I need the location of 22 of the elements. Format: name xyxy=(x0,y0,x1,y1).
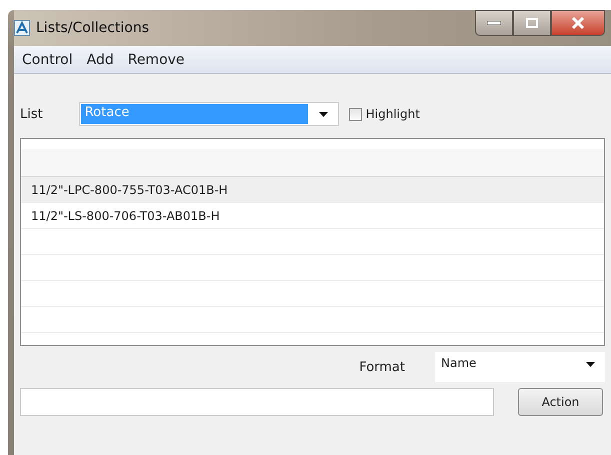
menu-item[interactable]: Control xyxy=(16,50,79,70)
maximize-button[interactable] xyxy=(513,10,551,36)
close-button[interactable] xyxy=(551,10,605,36)
format-label: Format xyxy=(359,360,405,374)
highlight-checkbox[interactable] xyxy=(348,108,362,120)
menu-item[interactable]: Remove xyxy=(122,50,191,70)
list-item[interactable]: 11/2"-LS-800-706-T03-AB01B-H xyxy=(21,203,604,229)
window-title: Lists/Collections xyxy=(36,20,150,36)
caret-icon xyxy=(586,362,595,367)
maximize-icon xyxy=(526,18,538,28)
list-label: List xyxy=(20,106,43,122)
close-icon xyxy=(571,17,585,29)
list-item[interactable]: 11/2"-LPC-800-755-T03-AC01B-H xyxy=(21,177,604,203)
minimize-icon xyxy=(487,21,501,25)
action-button[interactable]: Action xyxy=(518,388,603,416)
format-dropdown[interactable]: Name xyxy=(435,352,605,382)
app-icon xyxy=(14,20,30,36)
menu-item[interactable]: Add xyxy=(80,50,120,70)
minimize-button[interactable] xyxy=(475,10,513,36)
caret-icon xyxy=(318,112,328,116)
input-field[interactable] xyxy=(20,388,494,416)
highlight-label: Highlight xyxy=(366,107,420,121)
